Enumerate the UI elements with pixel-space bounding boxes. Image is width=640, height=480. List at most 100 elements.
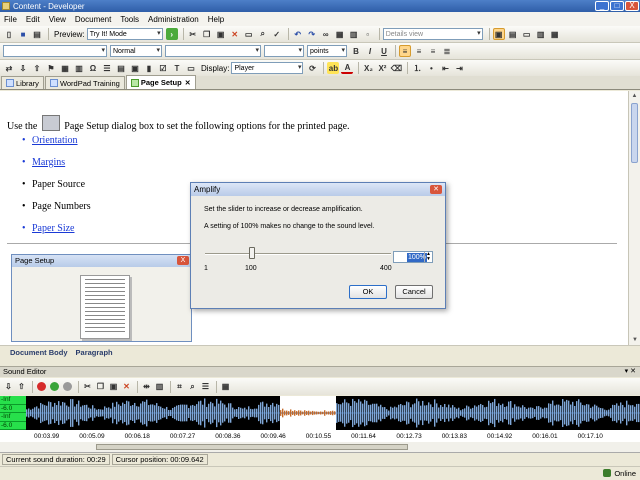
layout-full-icon[interactable]: ▭	[521, 28, 533, 40]
justify-icon[interactable]: ≣	[441, 45, 453, 57]
units-select[interactable]: points	[307, 45, 347, 57]
cancel-button[interactable]: Cancel	[395, 285, 433, 299]
properties-icon[interactable]: ▥	[535, 28, 547, 40]
outdent-icon[interactable]: ⇤	[439, 62, 451, 74]
cut-icon[interactable]: ✂	[187, 28, 199, 40]
undo-icon[interactable]: ↶	[292, 28, 304, 40]
tab-wordpad-training[interactable]: WordPad Training	[44, 76, 125, 89]
spell-icon[interactable]: ✓	[271, 28, 283, 40]
book-icon[interactable]: ▮	[143, 62, 155, 74]
link-paper-size[interactable]: Paper Size	[22, 223, 91, 245]
vertical-scrollbar[interactable]: ▲ ▼	[628, 91, 640, 345]
settings-icon[interactable]: ▦	[220, 381, 231, 392]
media-icon[interactable]: ▣	[129, 62, 141, 74]
paste-sound-icon[interactable]: ▣	[108, 381, 119, 392]
flag-icon[interactable]: ⚑	[45, 62, 57, 74]
play-icon[interactable]	[49, 381, 60, 392]
import-icon[interactable]: ⇩	[17, 62, 29, 74]
horizontal-scrollbar[interactable]	[0, 442, 640, 452]
align-right-icon[interactable]: ≡	[427, 45, 439, 57]
cut-sound-icon[interactable]: ✂	[82, 381, 93, 392]
clear-format-icon[interactable]: ⌫	[390, 62, 402, 74]
record-icon[interactable]	[36, 381, 47, 392]
menu-help[interactable]: Help	[208, 15, 224, 24]
table-icon[interactable]: ▥	[348, 28, 360, 40]
layout-split-icon[interactable]: ▤	[507, 28, 519, 40]
align-left-icon[interactable]: ≡	[399, 45, 411, 57]
list-icon[interactable]: ☰	[101, 62, 113, 74]
stop-icon[interactable]	[62, 381, 73, 392]
save-icon[interactable]: ■	[17, 28, 29, 40]
menu-file[interactable]: File	[4, 15, 17, 24]
menu-administration[interactable]: Administration	[148, 15, 199, 24]
path-paragraph[interactable]: Paragraph	[76, 348, 113, 357]
font-color-button[interactable]: A	[341, 62, 354, 74]
go-icon[interactable]: ›	[165, 28, 178, 40]
font-select[interactable]	[165, 45, 261, 57]
link-icon[interactable]: ∞	[320, 28, 332, 40]
sync-icon[interactable]: ⇄	[3, 62, 15, 74]
copy-sound-icon[interactable]: ❐	[95, 381, 106, 392]
link-orientation[interactable]: Orientation	[22, 135, 91, 157]
delete-sound-icon[interactable]: ✕	[121, 381, 132, 392]
zoom-icon[interactable]: ⌕	[187, 381, 198, 392]
display-select[interactable]: Player	[231, 62, 304, 74]
new-icon[interactable]: ▯	[3, 28, 15, 40]
tab-page-setup[interactable]: Page Setup ✕	[125, 75, 196, 89]
view-select[interactable]: Details view	[382, 28, 483, 40]
volume-icon[interactable]: ☰	[200, 381, 211, 392]
menu-edit[interactable]: Edit	[26, 15, 40, 24]
superscript-button[interactable]: X²	[376, 62, 388, 74]
mode-select[interactable]: Try It! Mode	[86, 28, 163, 40]
import-sound-icon[interactable]: ⇩	[3, 381, 14, 392]
symbol-icon[interactable]: Ω	[87, 62, 99, 74]
copy-icon[interactable]: ❐	[201, 28, 213, 40]
table-insert-icon[interactable]: ▥	[73, 62, 85, 74]
publish-icon[interactable]: ⇧	[31, 62, 43, 74]
ok-button[interactable]: OK	[349, 285, 387, 299]
amplify-value-input[interactable]: 100% ▲ ▼	[393, 251, 433, 263]
indent-icon[interactable]: ⇥	[453, 62, 465, 74]
export-sound-icon[interactable]: ⇧	[16, 381, 27, 392]
format-painter-icon[interactable]: ▭	[243, 28, 255, 40]
path-document-body[interactable]: Document Body	[10, 348, 68, 357]
italic-button[interactable]: I	[364, 45, 376, 57]
subscript-button[interactable]: X₂	[362, 62, 374, 74]
maximize-button[interactable]: □	[610, 1, 624, 11]
size-select[interactable]	[264, 45, 304, 57]
style-select[interactable]	[3, 45, 107, 57]
crop-icon[interactable]: ⌗	[174, 381, 185, 392]
dialog-close-icon[interactable]: ✕	[430, 185, 442, 194]
scroll-down-icon[interactable]: ▼	[629, 335, 640, 345]
print-icon[interactable]: ▤	[31, 28, 43, 40]
paste-icon[interactable]: ▣	[215, 28, 227, 40]
menu-tools[interactable]: Tools	[120, 15, 139, 24]
check-icon[interactable]: ☑	[157, 62, 169, 74]
tab-library[interactable]: Library	[1, 76, 44, 89]
refresh-icon[interactable]: ⟳	[306, 62, 318, 74]
tab-close-icon[interactable]: ✕	[185, 79, 191, 87]
amplify-slider-track[interactable]	[205, 253, 391, 255]
bold-button[interactable]: B	[350, 45, 362, 57]
minimize-button[interactable]: _	[595, 1, 609, 11]
scroll-thumb-horizontal[interactable]	[96, 444, 408, 450]
find-icon[interactable]: ⌕	[257, 28, 269, 40]
close-button[interactable]: X	[625, 1, 639, 11]
text-icon[interactable]: T	[171, 62, 183, 74]
menu-view[interactable]: View	[49, 15, 66, 24]
scroll-up-icon[interactable]: ▲	[629, 91, 640, 101]
amplify-slider-thumb[interactable]	[249, 247, 255, 259]
highlight-icon[interactable]: ab	[327, 62, 340, 74]
bullet-list-icon[interactable]: •	[425, 62, 437, 74]
redo-icon[interactable]: ↷	[306, 28, 318, 40]
align-center-icon[interactable]: ≡	[413, 45, 425, 57]
layout-single-icon[interactable]: ▣	[492, 28, 505, 40]
link-margins[interactable]: Margins	[22, 157, 91, 179]
scroll-thumb[interactable]	[631, 103, 638, 163]
numbered-list-icon[interactable]: ⒈	[411, 62, 423, 74]
options-icon[interactable]: ▦	[549, 28, 561, 40]
menu-document[interactable]: Document	[75, 15, 111, 24]
waveform-graph[interactable]	[26, 396, 640, 430]
delete-icon[interactable]: ✕	[229, 28, 241, 40]
grid-icon[interactable]: ▦	[59, 62, 71, 74]
